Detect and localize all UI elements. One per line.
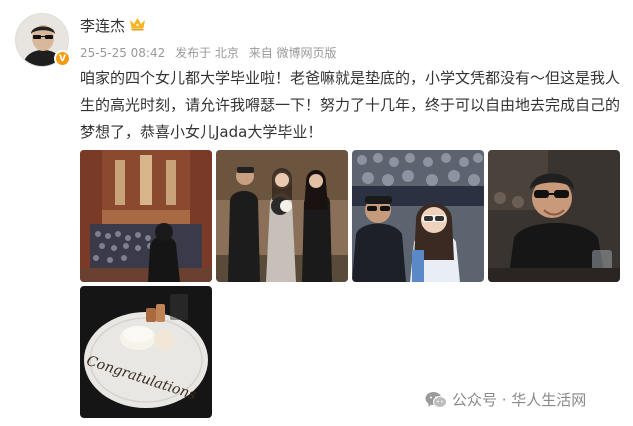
post-location: 发布于 北京 — [175, 46, 239, 60]
ceremony-selfie-photo[interactable] — [352, 150, 484, 282]
post-date[interactable]: 25-5-25 08:42 — [80, 46, 165, 60]
post-text: 咱家的四个女儿都大学毕业啦！老爸嘛就是垫底的，小学文凭都没有～但这是我人生的高光… — [80, 69, 621, 141]
wechat-icon — [425, 391, 447, 408]
crown-icon — [130, 18, 145, 31]
watermark-text: 公众号 · 华人生活网 — [452, 391, 587, 409]
verified-badge: V — [54, 50, 71, 67]
dinner-portrait-photo[interactable] — [488, 150, 620, 282]
post-meta: 25-5-25 08:42 发布于 北京 来自 微博网页版 — [80, 44, 343, 61]
weibo-post: V 李连杰 25-5-25 08:42 发布于 北京 来自 微博网页版 咱家的四… — [0, 0, 633, 426]
family-portrait-photo[interactable] — [216, 150, 348, 282]
graduation-hall-photo[interactable] — [80, 150, 212, 282]
post-source: 来自 微博网页版 — [248, 46, 337, 60]
avatar[interactable]: V — [15, 13, 71, 67]
congratulations-dessert-photo[interactable]: Congratulations — [80, 286, 212, 418]
watermark: 公众号 · 华人生活网 — [425, 389, 586, 410]
username[interactable]: 李连杰 — [80, 15, 125, 36]
